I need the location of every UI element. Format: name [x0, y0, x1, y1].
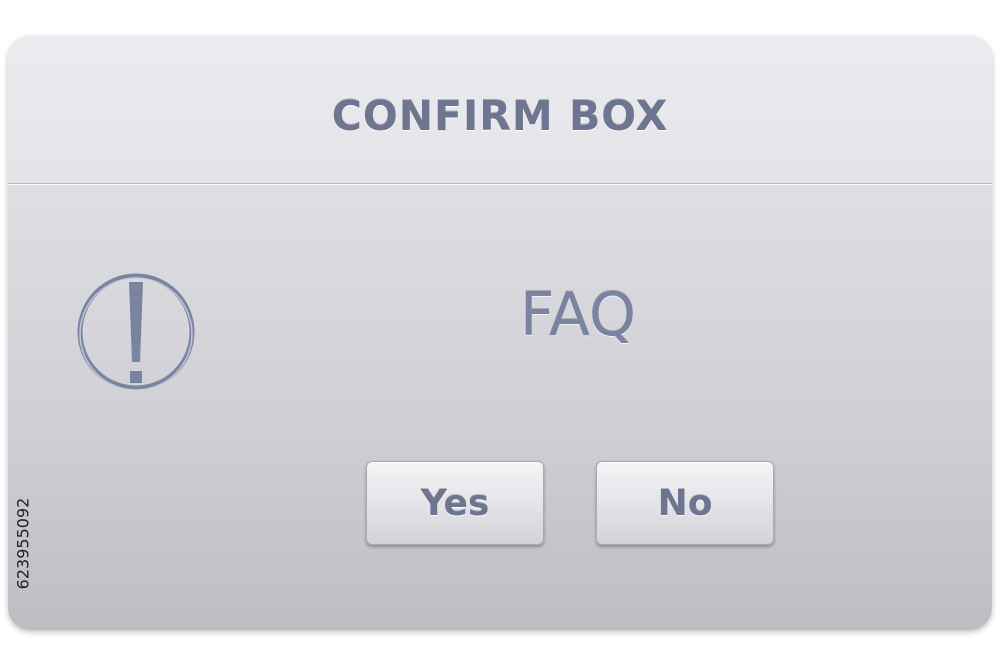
confirm-dialog: CONFIRM BOX FAQ Yes No: [8, 36, 992, 630]
exclamation-circle-icon: [77, 273, 195, 391]
yes-button[interactable]: Yes: [366, 461, 544, 545]
page: CONFIRM BOX FAQ Yes No 623955092: [0, 0, 1000, 667]
stock-id-watermark: 623955092: [8, 428, 38, 658]
stock-id-text: 623955092: [13, 497, 33, 589]
dialog-title: CONFIRM BOX: [331, 92, 669, 140]
dialog-message: FAQ: [519, 280, 637, 350]
no-button[interactable]: No: [596, 461, 774, 545]
